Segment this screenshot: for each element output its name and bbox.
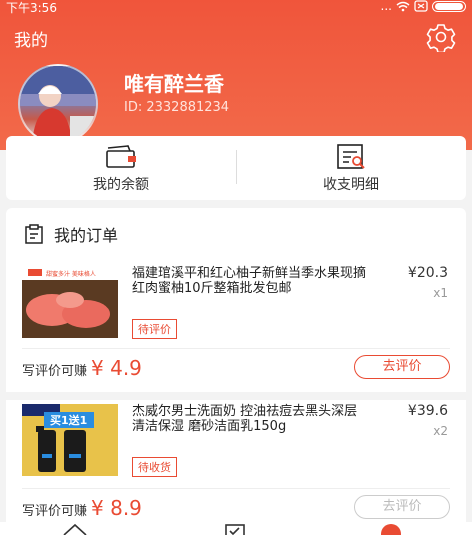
- balance-label: 我的余额: [93, 177, 149, 193]
- order-item[interactable]: 甜蜜多汁 美味格人 福建琯溪平和红心柚子新鲜当季水果现摘红肉蜜柚10斤整箱批发包…: [6, 262, 466, 392]
- order-gap: [6, 392, 466, 400]
- orders-title: 我的订单: [54, 226, 119, 245]
- signal-dots: ...: [380, 0, 392, 13]
- face-wash-image: 买1送1: [22, 404, 118, 476]
- checklist-tab-icon[interactable]: [220, 522, 250, 535]
- product-thumbnail[interactable]: 买1送1: [22, 404, 118, 476]
- orders-card: 我的订单 甜蜜多汁 美味格人 福建琯溪平和红心柚子新鲜当季水果现摘红肉蜜柚10斤…: [6, 208, 466, 528]
- product-price: ¥39.6: [407, 403, 448, 419]
- review-button[interactable]: 去评价: [354, 355, 450, 379]
- bottom-tab-bar: [0, 522, 472, 535]
- divider: [22, 488, 450, 489]
- order-status-badge: 待收货: [132, 457, 177, 477]
- divider: [22, 348, 450, 349]
- avatar[interactable]: [18, 64, 98, 144]
- page-title: 我的: [14, 31, 48, 51]
- statement-icon: [337, 144, 365, 169]
- profile-header: 下午3:56 ... 我的 唯有醉兰香 ID: 2332881234: [0, 0, 472, 150]
- status-icons: ...: [381, 0, 466, 13]
- profile-tab-icon[interactable]: [376, 522, 406, 535]
- gear-icon[interactable]: [426, 22, 456, 52]
- details-label: 收支明细: [323, 177, 379, 193]
- product-name[interactable]: 杰威尔男士洗面奶 控油祛痘去黑头深层清洁保湿 磨砂洁面乳150g: [132, 404, 368, 434]
- balance-button[interactable]: 我的余额: [6, 136, 236, 200]
- details-button[interactable]: 收支明细: [236, 136, 466, 200]
- avatar-image: [20, 66, 96, 142]
- user-id: ID: 2332881234: [124, 100, 230, 115]
- status-time: 下午3:56: [6, 1, 57, 15]
- clipboard-icon: [25, 224, 43, 244]
- orders-header[interactable]: 我的订单: [24, 222, 118, 246]
- username: 唯有醉兰香: [124, 72, 224, 96]
- wallet-icon: [106, 145, 136, 168]
- reward-label: 写评价可赚: [22, 504, 88, 519]
- battery-icon: [432, 0, 466, 12]
- thumb-caption: 甜蜜多汁 美味格人: [46, 270, 96, 278]
- product-thumbnail[interactable]: 甜蜜多汁 美味格人: [22, 266, 118, 338]
- reward-amount: ¥ 8.9: [91, 496, 142, 520]
- product-price: ¥20.3: [407, 265, 448, 281]
- reward-label: 写评价可赚: [22, 364, 88, 379]
- review-button[interactable]: 去评价: [354, 495, 450, 519]
- product-qty: x2: [433, 424, 448, 438]
- review-reward: 写评价可赚 ¥ 4.9: [22, 356, 142, 380]
- order-status-badge: 待评价: [132, 319, 177, 339]
- order-item[interactable]: 买1送1 杰威尔男士洗面奶 控油祛痘去黑头深层清洁保湿 磨砂洁面乳150g ¥3…: [6, 400, 466, 530]
- product-qty: x1: [433, 286, 448, 300]
- pomelo-image: 甜蜜多汁 美味格人: [22, 266, 118, 338]
- wifi-icon: [396, 1, 410, 11]
- home-tab-icon[interactable]: [60, 522, 90, 535]
- status-bar: 下午3:56 ...: [0, 0, 472, 15]
- alarm-icon: [414, 0, 428, 12]
- review-reward: 写评价可赚 ¥ 8.9: [22, 496, 142, 520]
- reward-amount: ¥ 4.9: [91, 356, 142, 380]
- thumb-caption: 买1送1: [50, 413, 87, 427]
- wallet-card: 我的余额 收支明细: [6, 136, 466, 200]
- product-name[interactable]: 福建琯溪平和红心柚子新鲜当季水果现摘红肉蜜柚10斤整箱批发包邮: [132, 266, 368, 296]
